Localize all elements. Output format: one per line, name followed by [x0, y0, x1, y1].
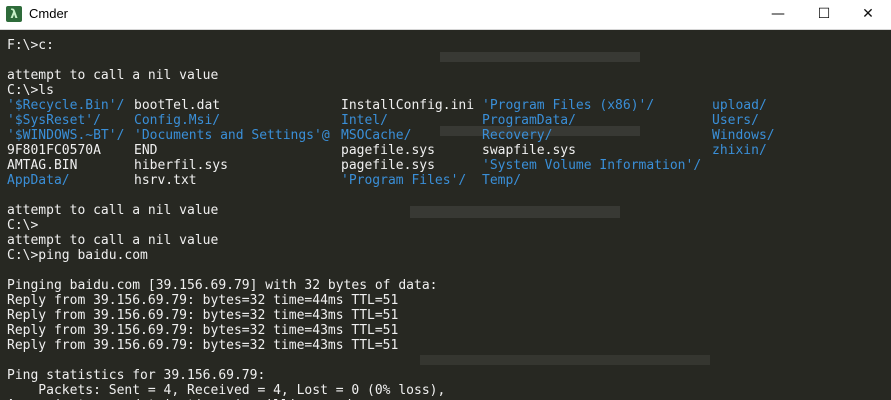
ls-directory-entry: 'Program Files (x86)'/	[482, 98, 655, 113]
cmder-lambda-icon: λ	[6, 6, 22, 22]
ls-directory-entry: Config.Msi/	[134, 113, 221, 128]
terminal-line: Ping statistics for 39.156.69.79:	[7, 368, 266, 383]
terminal-line: Pinging baidu.com [39.156.69.79] with 32…	[7, 278, 438, 293]
minimize-button[interactable]: —	[755, 0, 801, 29]
ls-file-entry: hsrv.txt	[134, 173, 197, 188]
terminal-line: C:\>ls	[7, 83, 54, 98]
ls-file-entry: hiberfil.sys	[134, 158, 228, 173]
terminal-line: C:\>ping baidu.com	[7, 248, 148, 263]
ls-file-entry: swapfile.sys	[482, 143, 576, 158]
ls-directory-entry: AppData/	[7, 173, 70, 188]
terminal-line: Packets: Sent = 4, Received = 4, Lost = …	[7, 383, 446, 398]
ls-directory-entry: 'Program Files'/	[341, 173, 467, 188]
terminal-line: Reply from 39.156.69.79: bytes=32 time=4…	[7, 338, 399, 353]
ls-directory-entry: 'Documents and Settings'@	[134, 128, 330, 143]
ls-file-entry: 9F801FC0570A	[7, 143, 101, 158]
ls-file-entry: END	[134, 143, 158, 158]
ls-file-entry: bootTel.dat	[134, 98, 221, 113]
ls-file-entry: pagefile.sys	[341, 158, 435, 173]
window-titlebar: λ Cmder — ☐ ✕	[0, 0, 891, 30]
ls-directory-entry: ProgramData/	[482, 113, 576, 128]
ls-directory-entry: Intel/	[341, 113, 388, 128]
ls-directory-entry: Recovery/	[482, 128, 553, 143]
ls-file-entry: pagefile.sys	[341, 143, 435, 158]
terminal-line: attempt to call a nil value	[7, 203, 219, 218]
ls-directory-entry: Users/	[712, 113, 759, 128]
terminal-line: F:\>c:	[7, 38, 54, 53]
window-title: Cmder	[29, 6, 69, 21]
terminal-line: Reply from 39.156.69.79: bytes=32 time=4…	[7, 293, 399, 308]
ls-directory-entry: Temp/	[482, 173, 522, 188]
ls-directory-entry: 'System Volume Information'/	[482, 158, 702, 173]
terminal-line: attempt to call a nil value	[7, 68, 219, 83]
terminal-line: Reply from 39.156.69.79: bytes=32 time=4…	[7, 323, 399, 338]
ls-directory-entry: zhixin/	[712, 143, 767, 158]
close-button[interactable]: ✕	[845, 0, 891, 29]
ls-file-entry: InstallConfig.ini	[341, 98, 475, 113]
ls-directory-entry: upload/	[712, 98, 767, 113]
terminal-line: attempt to call a nil value	[7, 233, 219, 248]
ls-directory-entry: Windows/	[712, 128, 775, 143]
background-translucent-document	[400, 30, 891, 400]
terminal-line: Reply from 39.156.69.79: bytes=32 time=4…	[7, 308, 399, 323]
maximize-button[interactable]: ☐	[801, 0, 847, 29]
terminal-line: C:\>	[7, 218, 39, 233]
ls-file-entry: AMTAG.BIN	[7, 158, 78, 173]
terminal-output[interactable]: F:\>c: attempt to call a nil value C:\>ls '…	[0, 30, 891, 400]
ls-directory-entry: '$SysReset'/	[7, 113, 101, 128]
ls-directory-entry: '$WINDOWS.~BT'/	[7, 128, 125, 143]
ls-directory-entry: '$Recycle.Bin'/	[7, 98, 125, 113]
ls-directory-entry: MSOCache/	[341, 128, 412, 143]
